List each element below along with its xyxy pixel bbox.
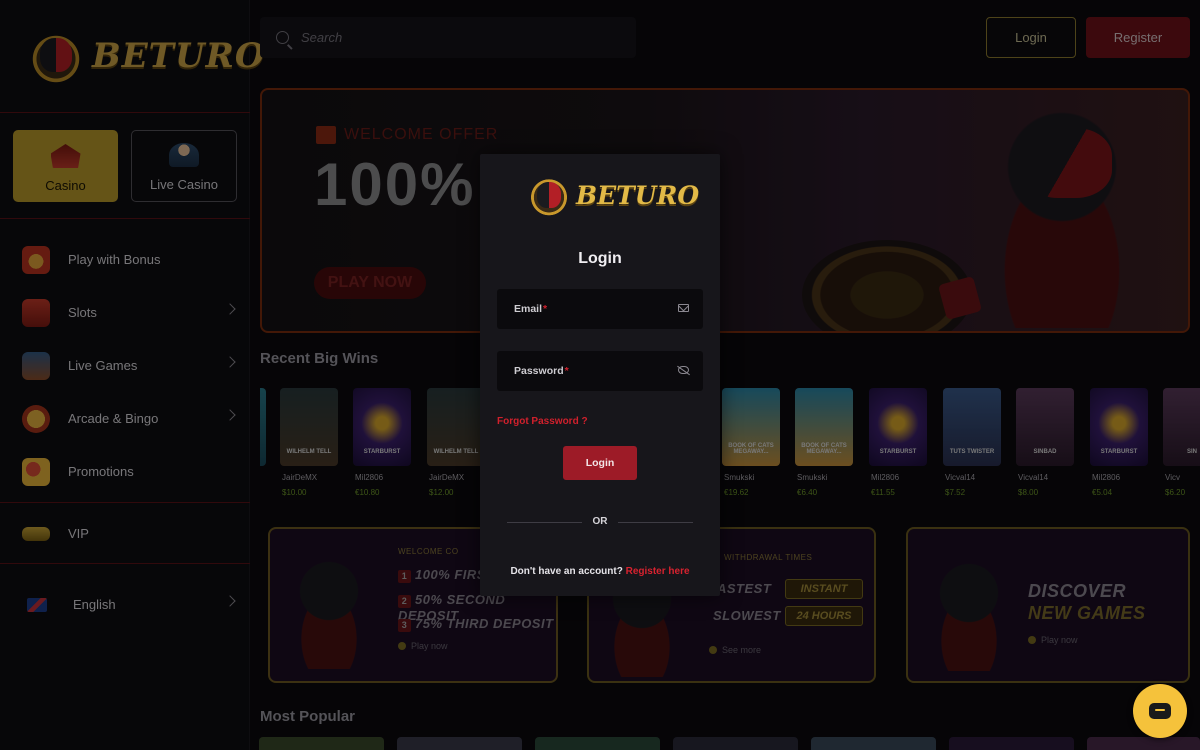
modal-brand-logo: BETURO: [524, 172, 699, 218]
required-mark: *: [564, 365, 569, 377]
login-submit-button[interactable]: Login: [563, 446, 637, 480]
forgot-password-link[interactable]: Forgot Password ?: [497, 416, 588, 427]
brand-wordmark: BETURO: [576, 180, 700, 210]
password-field[interactable]: Password *: [497, 351, 703, 391]
chat-icon: [1149, 703, 1171, 719]
divider: [618, 522, 693, 523]
signup-text: Don't have an account?: [510, 566, 623, 577]
cat-mascot-icon: [524, 172, 574, 218]
email-field[interactable]: Email *: [497, 289, 703, 329]
password-label: Password: [514, 365, 564, 377]
app-root: BETURO Casino Live Casino Play with Bonu…: [0, 0, 1200, 750]
chat-button[interactable]: [1133, 684, 1187, 738]
modal-title: Login: [578, 250, 622, 267]
mail-icon: [678, 304, 689, 312]
register-here-link[interactable]: Register here: [626, 566, 690, 577]
signup-prompt: Don't have an account? Register here: [480, 566, 720, 577]
required-mark: *: [543, 303, 548, 315]
eye-off-icon[interactable]: [678, 366, 689, 374]
login-modal: BETURO Login Email * Password * Forgot Pas…: [480, 154, 720, 596]
email-label: Email: [514, 303, 543, 315]
